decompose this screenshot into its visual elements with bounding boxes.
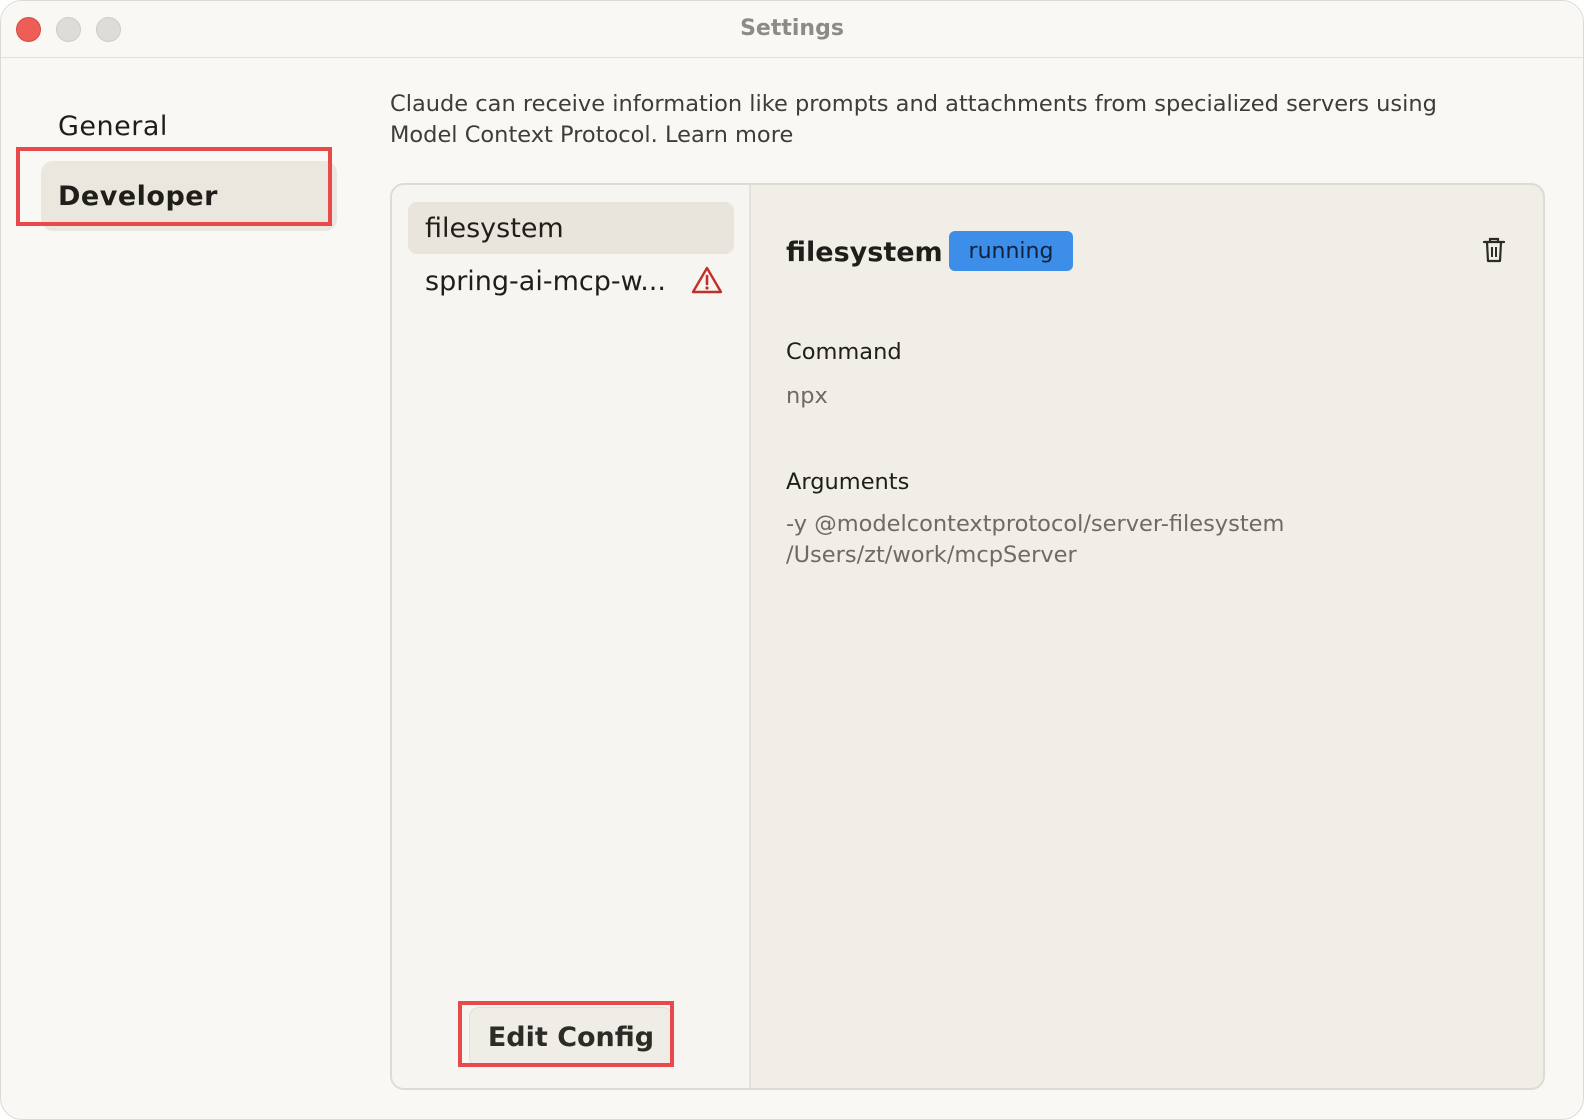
arguments-line: -y @modelcontextprotocol/server-filesyst… — [786, 511, 1285, 537]
nav-item-general[interactable]: General — [41, 91, 337, 161]
server-list: filesystem spring-ai-mcp-w... Edit Confi… — [392, 185, 751, 1088]
trash-icon[interactable] — [1480, 235, 1508, 265]
server-item-spring-ai-mcp[interactable]: spring-ai-mcp-w... — [408, 255, 734, 307]
server-item-label: spring-ai-mcp-w... — [425, 265, 666, 297]
window-title: Settings — [740, 16, 844, 41]
intro-text: Claude can receive information like prom… — [390, 91, 1437, 148]
settings-window: Settings General Developer Claude can re… — [0, 0, 1584, 1120]
edit-config-button[interactable]: Edit Config — [469, 1007, 673, 1067]
server-item-label: filesystem — [425, 212, 564, 244]
arguments-line: /Users/zt/work/mcpServer — [786, 542, 1077, 568]
arguments-label: Arguments — [786, 469, 910, 495]
nav-item-developer[interactable]: Developer — [41, 161, 337, 231]
warning-triangle-icon — [691, 266, 723, 294]
arguments-value: -y @modelcontextprotocol/server-filesyst… — [786, 509, 1486, 571]
server-detail-title: filesystem — [786, 237, 943, 268]
mcp-panel: filesystem spring-ai-mcp-w... Edit Confi… — [390, 183, 1545, 1090]
status-badge: running — [949, 231, 1073, 271]
command-value: npx — [786, 383, 828, 409]
command-label: Command — [786, 339, 902, 365]
title-bar: Settings — [1, 1, 1583, 58]
server-item-filesystem[interactable]: filesystem — [408, 202, 734, 254]
